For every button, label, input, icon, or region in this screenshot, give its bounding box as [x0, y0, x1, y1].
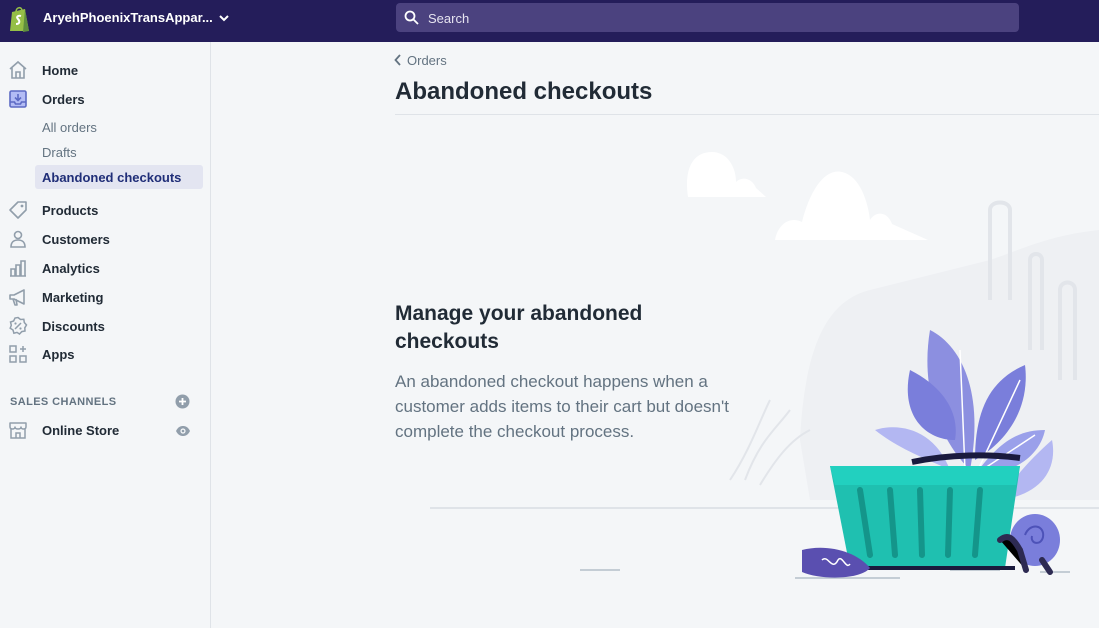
apps-icon [9, 345, 27, 363]
sidebar-item-label: Marketing [42, 290, 104, 305]
search-placeholder: Search [428, 11, 470, 26]
sidebar-item-label: Home [42, 63, 79, 78]
store-icon [9, 422, 27, 439]
sidebar-item-discounts[interactable]: Discounts [0, 312, 210, 340]
empty-state-heading: Manage your abandoned checkouts [395, 302, 643, 353]
sidebar-item-analytics[interactable]: Analytics [0, 254, 210, 282]
divider [395, 114, 1099, 115]
add-sales-channel-icon[interactable] [175, 394, 190, 409]
search-icon [404, 10, 419, 25]
store-name[interactable]: AryehPhoenixTransAppar... [43, 10, 213, 25]
breadcrumb-link-orders[interactable]: Orders [407, 53, 447, 68]
sidebar-item-label: Customers [42, 232, 110, 247]
sidebar-item-products[interactable]: Products [0, 196, 210, 224]
sidebar-subitem-drafts[interactable]: Drafts [35, 140, 203, 164]
chevron-left-icon [394, 54, 401, 66]
shopify-logo-icon[interactable] [8, 5, 32, 33]
sidebar-item-label: Apps [42, 347, 75, 362]
sidebar-item-customers[interactable]: Customers [0, 225, 210, 253]
sidebar-item-orders[interactable]: Orders [0, 85, 210, 113]
sidebar-item-home[interactable]: Home [0, 56, 210, 84]
sidebar-subitem-label: Abandoned checkouts [42, 170, 182, 185]
sidebar-item-apps[interactable]: Apps [0, 340, 210, 368]
sidebar: Home Orders All orders Drafts Abandoned … [0, 42, 211, 628]
orders-icon [9, 90, 27, 108]
top-bar: AryehPhoenixTransAppar... Search [0, 0, 1099, 42]
sidebar-subitem-all-orders[interactable]: All orders [35, 115, 203, 139]
empty-state-illustration [430, 152, 1099, 579]
sales-channels-heading: SALES CHANNELS [10, 396, 117, 408]
sidebar-item-label: Online Store [42, 423, 120, 438]
sidebar-subitem-label: Drafts [42, 145, 77, 160]
person-icon [10, 230, 26, 248]
sidebar-item-label: Products [42, 203, 99, 218]
discount-icon [9, 316, 28, 335]
bar-chart-icon [10, 260, 26, 277]
sidebar-item-label: Discounts [42, 319, 105, 334]
tag-icon [9, 201, 27, 219]
empty-state-body: An abandoned checkout happens when a cus… [395, 372, 729, 441]
sidebar-item-label: Analytics [42, 261, 100, 276]
page-title: Abandoned checkouts [395, 78, 653, 105]
sidebar-subitem-label: All orders [42, 120, 97, 135]
chevron-down-icon[interactable] [218, 12, 230, 24]
eye-icon[interactable] [175, 425, 191, 437]
sidebar-item-marketing[interactable]: Marketing [0, 283, 210, 311]
search-input[interactable]: Search [396, 3, 1019, 32]
sidebar-subitem-abandoned-checkouts[interactable]: Abandoned checkouts [35, 165, 203, 189]
megaphone-icon [9, 289, 25, 306]
sidebar-item-label: Orders [42, 92, 85, 107]
home-icon [9, 60, 27, 79]
